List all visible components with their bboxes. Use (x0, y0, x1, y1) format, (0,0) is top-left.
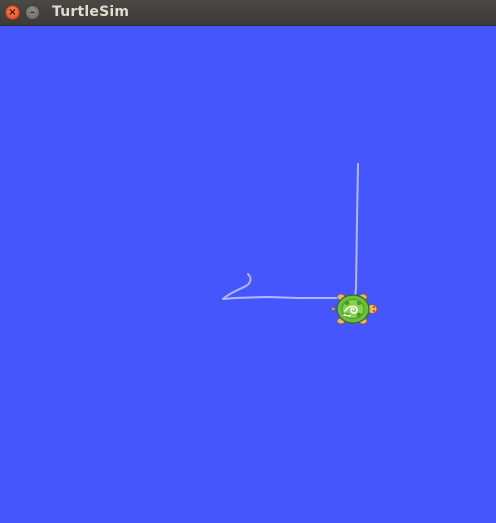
minimize-button[interactable]: – (25, 5, 40, 20)
turtle-canvas (0, 26, 496, 523)
turtle-icon (331, 293, 378, 325)
window-title: TurtleSim (52, 4, 130, 20)
canvas-drawing (222, 163, 378, 325)
title-bar[interactable]: × – TurtleSim (0, 0, 496, 26)
close-button[interactable]: × (5, 5, 20, 20)
turtlesim-window: × – TurtleSim (0, 0, 496, 523)
close-icon: × (8, 6, 17, 18)
pen-trail (222, 163, 359, 300)
minimize-icon: – (30, 6, 35, 18)
